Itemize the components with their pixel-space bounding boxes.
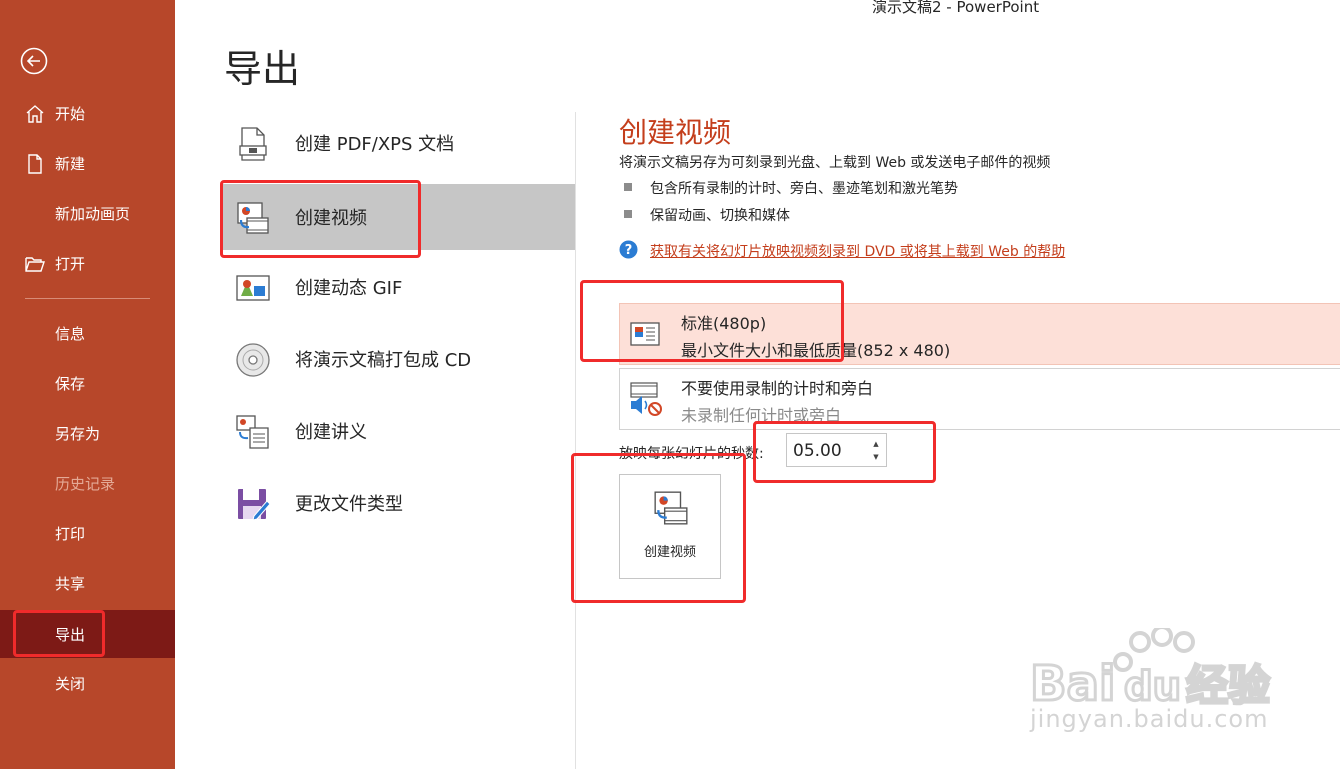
export-option-gif[interactable]: 创建动态 GIF <box>222 254 575 320</box>
handout-icon <box>236 415 269 449</box>
nav-label: 保存 <box>55 374 86 393</box>
quality-dropdown[interactable]: 标准(480p) 最小文件大小和最低质量(852 x 480) <box>619 303 1340 365</box>
seconds-value[interactable]: 05.00 <box>793 441 842 461</box>
help-icon: ? <box>619 240 638 259</box>
nav-label: 打开 <box>55 254 86 273</box>
export-option-package-cd[interactable]: 将演示文稿打包成 CD <box>222 326 575 392</box>
bullet-text: 保留动画、切换和媒体 <box>650 208 790 224</box>
page-title: 导出 <box>224 47 301 91</box>
seconds-per-slide-spinner[interactable]: 05.00 ▲ ▼ <box>786 433 887 467</box>
create-video-icon <box>237 202 269 234</box>
seconds-per-slide-label: 放映每张幻灯片的秒数: <box>619 446 764 462</box>
nav-label: 历史记录 <box>55 474 116 493</box>
create-video-icon <box>654 491 688 525</box>
no-narration-icon <box>630 382 662 416</box>
back-arrow-icon[interactable] <box>20 47 48 75</box>
bullet-marker <box>624 210 632 218</box>
nav-open[interactable]: 打开 <box>0 240 175 286</box>
export-option-video[interactable]: 创建视频 <box>222 184 575 250</box>
nav-label: 导出 <box>55 625 86 644</box>
window-title: 演示文稿2 - PowerPoint <box>872 0 1040 16</box>
export-option-pdf[interactable]: 创建 PDF/XPS 文档 <box>222 110 575 176</box>
nav-home[interactable]: 开始 <box>0 90 175 136</box>
watermark-text: jingyan.baidu.com <box>1030 705 1269 733</box>
nav-label: 打印 <box>55 524 86 543</box>
svg-text:du: du <box>1124 664 1181 710</box>
quality-subtitle: 最小文件大小和最低质量(852 x 480) <box>681 341 951 360</box>
nav-save-as[interactable]: 另存为 <box>0 410 175 456</box>
help-link[interactable]: 获取有关将幻灯片放映视频刻录到 DVD 或将其上载到 Web 的帮助 <box>650 241 1065 261</box>
panel-divider <box>575 112 576 769</box>
export-option-label: 将演示文稿打包成 CD <box>295 350 472 371</box>
open-folder-icon <box>25 257 45 272</box>
bullet-marker <box>624 183 632 191</box>
export-option-label: 更改文件类型 <box>295 494 403 515</box>
nav-label: 新建 <box>55 154 86 173</box>
svg-text:经验: 经验 <box>1186 661 1270 710</box>
nav-label: 信息 <box>55 324 86 343</box>
home-icon <box>26 105 44 123</box>
export-option-label: 创建视频 <box>295 208 367 229</box>
nav-export[interactable]: 导出 <box>0 610 175 658</box>
export-option-change-file-type[interactable]: 更改文件类型 <box>222 470 575 536</box>
svg-text:Bai: Bai <box>1030 656 1115 712</box>
timing-title: 不要使用录制的计时和旁白 <box>681 379 874 398</box>
nav-label: 共享 <box>55 574 86 593</box>
nav-label: 新加动画页 <box>55 204 131 223</box>
nav-new-animation-page[interactable]: 新加动画页 <box>0 190 175 236</box>
export-option-handouts[interactable]: 创建讲义 <box>222 398 575 464</box>
section-description: 将演示文稿另存为可刻录到光盘、上载到 Web 或发送电子邮件的视频 <box>619 155 1051 171</box>
cd-icon <box>236 343 270 377</box>
create-video-button[interactable]: 创建视频 <box>619 474 721 579</box>
spinner-down-icon[interactable]: ▼ <box>870 450 882 464</box>
export-option-label: 创建 PDF/XPS 文档 <box>295 134 455 155</box>
create-video-button-label: 创建视频 <box>643 545 696 560</box>
nav-label: 关闭 <box>55 674 86 693</box>
nav-new[interactable]: 新建 <box>0 140 175 186</box>
nav-label: 开始 <box>55 104 86 123</box>
presentation-quality-icon <box>630 322 660 346</box>
export-option-label: 创建讲义 <box>295 422 367 443</box>
timing-subtitle: 未录制任何计时或旁白 <box>681 406 842 425</box>
svg-text:?: ? <box>625 243 633 258</box>
timing-dropdown[interactable]: 不要使用录制的计时和旁白 未录制任何计时或旁白 <box>619 368 1340 430</box>
new-document-icon <box>28 154 42 174</box>
nav-share[interactable]: 共享 <box>0 560 175 606</box>
nav-label: 另存为 <box>55 424 101 443</box>
nav-save[interactable]: 保存 <box>0 360 175 406</box>
section-title: 创建视频 <box>619 116 732 149</box>
bullet-text: 包含所有录制的计时、旁白、墨迹笔划和激光笔势 <box>650 181 958 197</box>
export-option-label: 创建动态 GIF <box>295 278 403 299</box>
nav-history: 历史记录 <box>0 460 175 506</box>
nav-info[interactable]: 信息 <box>0 310 175 356</box>
spinner-up-icon[interactable]: ▲ <box>870 437 882 451</box>
quality-title: 标准(480p) <box>681 314 767 333</box>
pdf-document-icon <box>239 127 267 161</box>
gif-image-icon <box>236 275 270 301</box>
nav-print[interactable]: 打印 <box>0 510 175 556</box>
nav-close[interactable]: 关闭 <box>0 660 175 706</box>
change-file-type-icon <box>238 489 271 521</box>
backstage-sidebar: 开始 新建 新加动画页 打开 信息 保存 另存为 历史记录 打印 共享 导出 关… <box>0 0 175 769</box>
nav-divider <box>25 298 150 299</box>
